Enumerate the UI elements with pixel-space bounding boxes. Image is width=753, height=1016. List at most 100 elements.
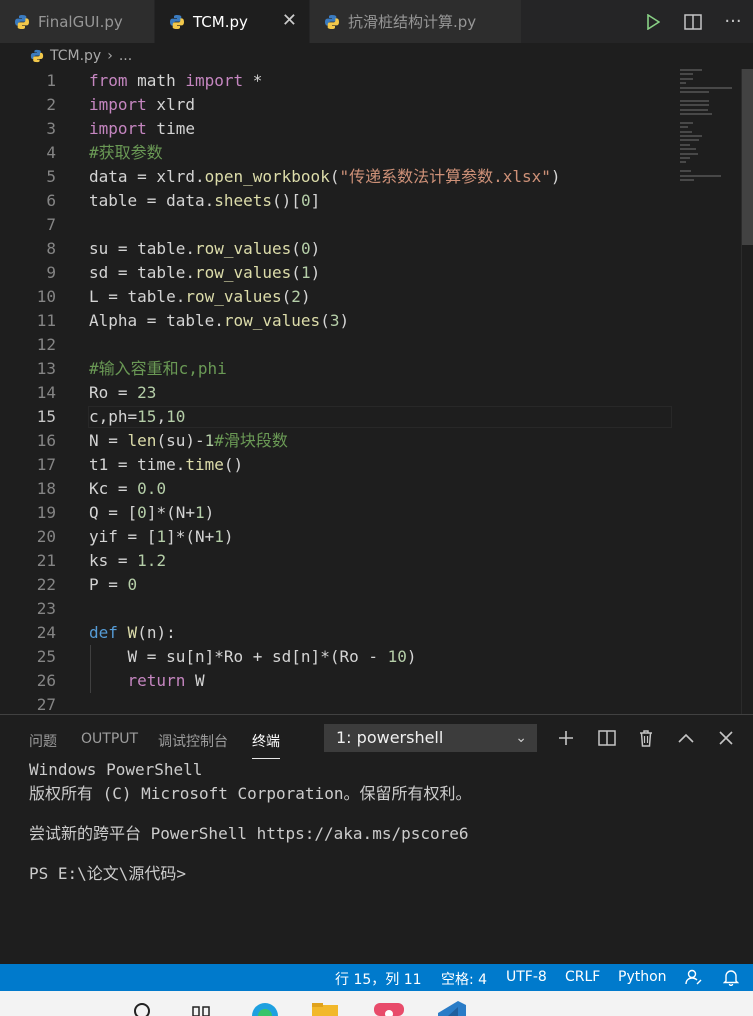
code-line[interactable]: 12: [0, 333, 672, 357]
tab-terminal[interactable]: 终端: [252, 731, 280, 759]
code-line[interactable]: 14 Ro = 23: [0, 381, 672, 405]
code-line[interactable]: 22 P = 0: [0, 573, 672, 597]
breadcrumb-separator: ›: [107, 48, 113, 64]
line-number: 16: [36, 431, 56, 450]
python-file-icon: [15, 14, 29, 29]
code-line[interactable]: 19 Q = [0]*(N+1): [0, 501, 672, 525]
code-line[interactable]: 20 yif = [1]*(N+1): [0, 525, 672, 549]
code-text: Ro = 23: [89, 383, 157, 402]
minimap-line: [680, 121, 694, 124]
code-editor[interactable]: 1 from math import * 2 import xlrd 3 import t…: [0, 69, 753, 714]
search-icon[interactable]: [130, 1001, 154, 1016]
tab-output[interactable]: OUTPUT: [81, 731, 138, 747]
minimap-line: [680, 148, 696, 151]
bell-icon[interactable]: [722, 968, 740, 990]
breadcrumb-more[interactable]: ...: [119, 48, 132, 64]
code-text: Alpha = table.row_values(3): [89, 311, 350, 330]
code-text: N = len(su)-1#滑块段数: [89, 431, 288, 450]
code-text: return W: [127, 671, 205, 690]
edge-browser-icon[interactable]: [250, 1001, 280, 1016]
minimap-line: [680, 108, 708, 111]
app-icon[interactable]: [372, 1001, 406, 1016]
code-line[interactable]: 27: [0, 693, 672, 714]
close-icon[interactable]: ✕: [282, 10, 297, 31]
code-line[interactable]: 4 #获取参数: [0, 141, 672, 165]
minimap-line: [680, 161, 686, 164]
line-number: 27: [36, 695, 56, 714]
status-language[interactable]: Python: [618, 969, 667, 985]
code-line[interactable]: 25 W = su[n]*Ro + sd[n]*(Ro - 10): [0, 645, 672, 669]
code-line[interactable]: 7: [0, 213, 672, 237]
code-line[interactable]: 1 from math import *: [0, 69, 672, 93]
code-line[interactable]: 13 #输入容重和c,phi: [0, 357, 672, 381]
code-line[interactable]: 10 L = table.row_values(2): [0, 285, 672, 309]
line-number: 18: [36, 479, 56, 498]
chevron-up-icon[interactable]: [673, 725, 699, 751]
minimap-line: [680, 126, 689, 129]
tab-finalgui[interactable]: FinalGUI.py: [0, 0, 154, 43]
code-line[interactable]: 2 import xlrd: [0, 93, 672, 117]
code-line[interactable]: 6 table = data.sheets()[0]: [0, 189, 672, 213]
bottom-panel: 问题 OUTPUT 调试控制台 终端 1: powershell ⌄ Windo…: [0, 714, 753, 965]
line-number: 15: [36, 407, 56, 426]
terminal-prompt[interactable]: PS E:\论文\源代码>: [29, 860, 186, 884]
code-text: ks = 1.2: [89, 551, 167, 570]
code-line[interactable]: 17 t1 = time.time(): [0, 453, 672, 477]
line-number: 20: [36, 527, 56, 546]
code-line[interactable]: 15 c,ph=15,10: [0, 405, 672, 429]
feedback-icon[interactable]: [685, 968, 703, 990]
more-actions-icon[interactable]: ···: [713, 11, 753, 32]
plus-icon[interactable]: [553, 725, 579, 751]
minimap-line: [680, 91, 709, 93]
line-number: 22: [36, 575, 56, 594]
terminal-select[interactable]: 1: powershell ⌄: [324, 724, 537, 752]
trash-icon[interactable]: [633, 725, 659, 751]
run-icon[interactable]: [633, 13, 673, 30]
status-cursor-position[interactable]: 行 15，列 11: [335, 969, 422, 989]
code-line[interactable]: 24 def W(n):: [0, 621, 672, 645]
line-number: 9: [46, 263, 56, 282]
status-encoding[interactable]: UTF-8: [506, 969, 547, 985]
os-taskbar: [0, 991, 753, 1016]
terminal-line: 尝试新的跨平台 PowerShell https://aka.ms/pscore…: [29, 824, 469, 843]
breadcrumb: TCM.py › ...: [0, 43, 753, 69]
tab-tcm[interactable]: TCM.py ✕: [155, 0, 309, 43]
tab-problems[interactable]: 问题: [29, 731, 57, 751]
minimap-line: [680, 69, 702, 71]
code-text: W = su[n]*Ro + sd[n]*(Ro - 10): [89, 647, 417, 666]
line-number: 2: [46, 95, 56, 114]
code-line[interactable]: 3 import time: [0, 117, 672, 141]
task-view-icon[interactable]: [190, 1001, 214, 1016]
close-icon[interactable]: [713, 725, 739, 751]
line-number: 4: [46, 143, 56, 162]
editor-scrollbar-thumb[interactable]: [742, 69, 753, 245]
code-line[interactable]: 5 data = xlrd.open_workbook("传递系数法计算参数.xl…: [0, 165, 672, 189]
code-line[interactable]: 18 Kc = 0.0: [0, 477, 672, 501]
tab-kanghua[interactable]: 抗滑桩结构计算.py: [310, 0, 521, 43]
breadcrumb-file[interactable]: TCM.py: [50, 48, 101, 64]
minimap-line: [680, 104, 709, 107]
tab-bar: FinalGUI.py TCM.py ✕ 抗滑桩结构计算.py ···: [0, 0, 753, 43]
line-number: 5: [46, 167, 56, 186]
code-line[interactable]: 23: [0, 597, 672, 621]
file-explorer-icon[interactable]: [310, 1001, 340, 1016]
minimap[interactable]: [676, 69, 740, 229]
code-line[interactable]: 21 ks = 1.2: [0, 549, 672, 573]
split-editor-icon[interactable]: [673, 13, 713, 30]
tab-debug-console[interactable]: 调试控制台: [158, 731, 228, 751]
code-line[interactable]: 11 Alpha = table.row_values(3): [0, 309, 672, 333]
code-line[interactable]: 8 su = table.row_values(0): [0, 237, 672, 261]
vscode-icon[interactable]: [436, 1001, 468, 1016]
code-line[interactable]: 16 N = len(su)-1#滑块段数: [0, 429, 672, 453]
code-text: #获取参数: [89, 143, 163, 162]
terminal-line: Windows PowerShell: [29, 760, 203, 779]
code-line[interactable]: 26 return W: [0, 669, 672, 693]
status-eol[interactable]: CRLF: [565, 969, 600, 985]
code-line[interactable]: 9 sd = table.row_values(1): [0, 261, 672, 285]
code-text: su = table.row_values(0): [89, 239, 321, 258]
minimap-line: [680, 73, 694, 76]
status-indentation[interactable]: 空格: 4: [441, 969, 487, 989]
split-terminal-icon[interactable]: [594, 725, 620, 751]
minimap-line: [680, 139, 700, 142]
code-text: data = xlrd.open_workbook("传递系数法计算参数.xls…: [89, 167, 561, 186]
